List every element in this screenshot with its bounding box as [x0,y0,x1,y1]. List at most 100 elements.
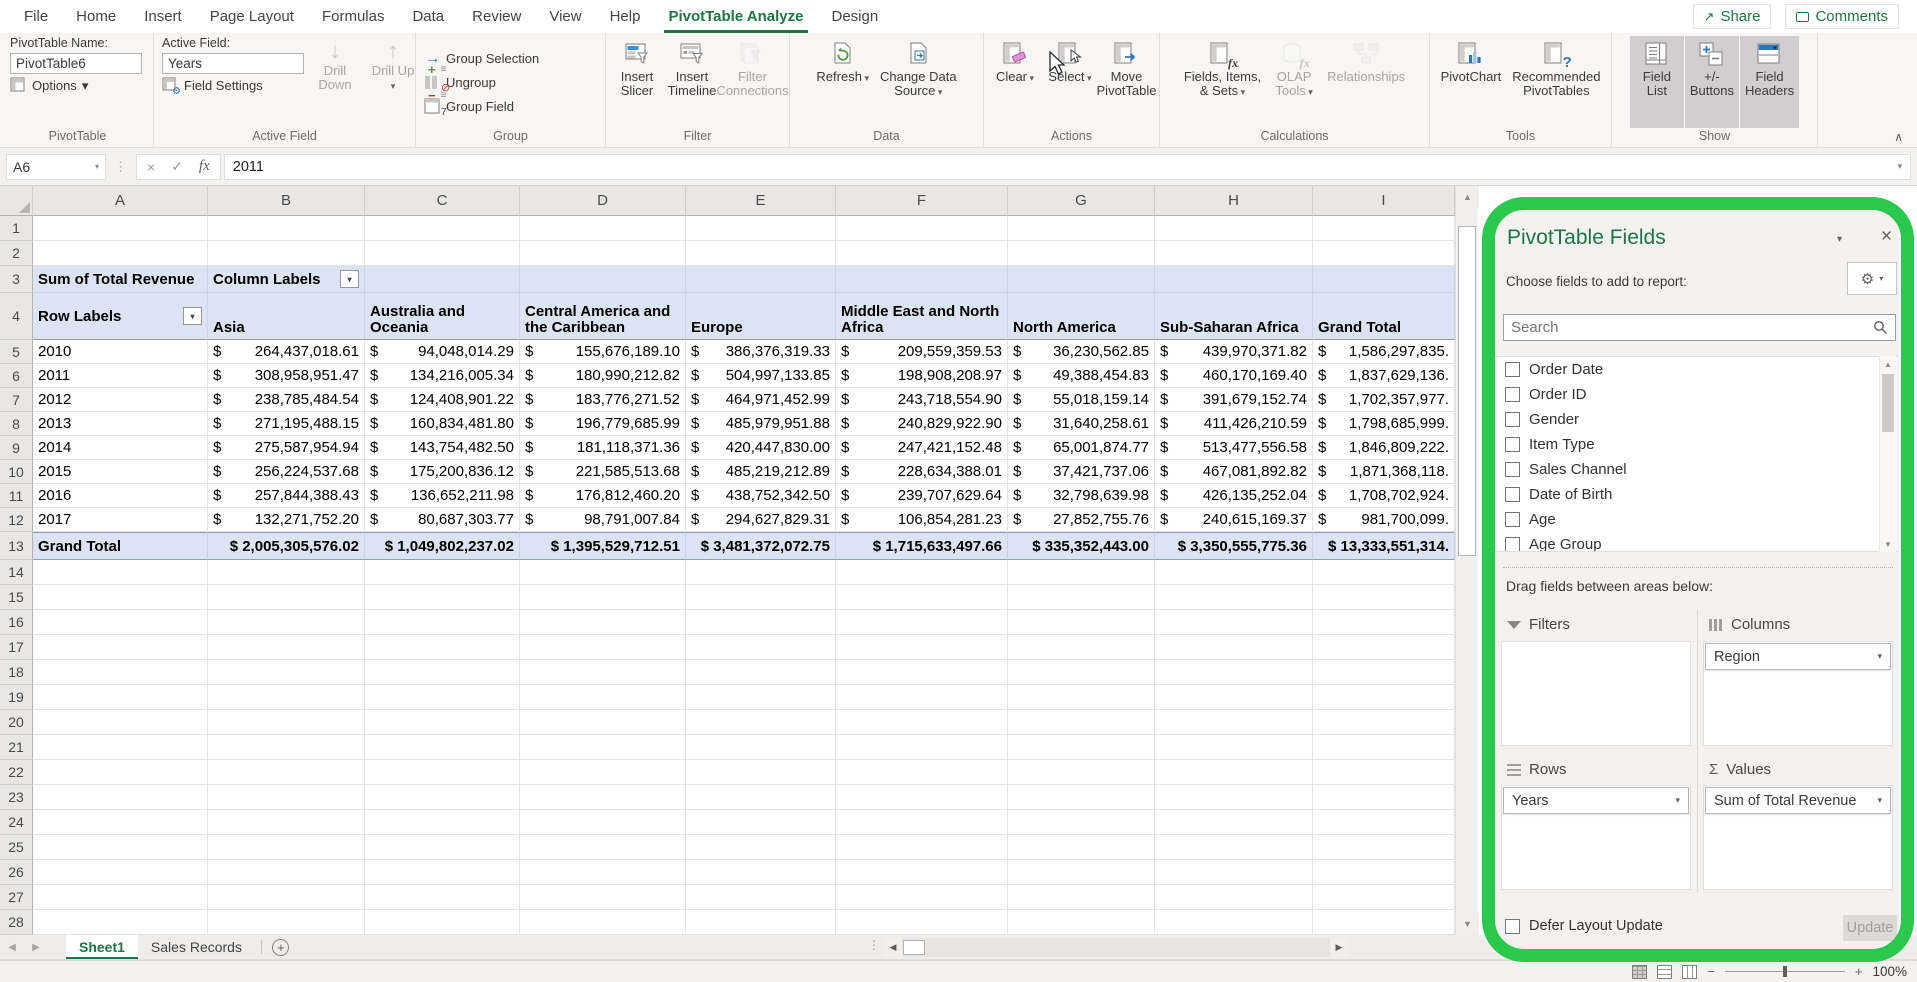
row-header-13[interactable]: 13 [0,532,33,560]
cell[interactable]: 2015 [33,460,208,484]
cell[interactable] [1008,610,1155,635]
field-item-order-date[interactable]: Order Date [1495,357,1899,382]
cell[interactable]: Central America and the Caribbean [520,293,686,340]
cell[interactable] [836,585,1008,610]
cell[interactable]: $80,687,303.77 [365,508,520,532]
defer-layout-update[interactable]: Defer Layout Update [1505,918,1663,934]
cell[interactable] [520,585,686,610]
cell[interactable] [1313,810,1455,835]
cell[interactable]: $196,779,685.99 [520,412,686,436]
cell[interactable] [520,860,686,885]
add-sheet-button[interactable]: + [268,935,294,959]
row-header-1[interactable]: 1 [0,216,33,241]
cell[interactable]: $ 1,395,529,712.51 [520,532,686,560]
select-all-corner[interactable] [0,186,33,216]
tab-home[interactable]: Home [62,0,130,33]
clear-button[interactable]: Clear ▾ [988,36,1042,128]
column-header-C[interactable]: C [365,186,520,216]
field-list[interactable]: Order DateOrder IDGenderItem TypeSales C… [1495,356,1899,552]
field-checkbox-age[interactable] [1505,512,1520,527]
cell[interactable] [208,635,365,660]
cell[interactable] [1313,610,1455,635]
cell[interactable] [208,685,365,710]
cell[interactable] [1008,685,1155,710]
cell[interactable]: $439,970,371.82 [1155,340,1313,364]
cell[interactable] [365,660,520,685]
cell[interactable]: $ 3,350,555,775.36 [1155,532,1313,560]
name-box-dropdown-icon[interactable]: ▾ [95,162,99,171]
cell[interactable] [836,610,1008,635]
cell[interactable] [33,885,208,910]
cell[interactable] [1155,610,1313,635]
refresh-button[interactable]: Refresh ▾ [811,36,874,128]
cell[interactable] [686,735,836,760]
cell[interactable]: 2016 [33,484,208,508]
tab-insert[interactable]: Insert [130,0,196,33]
cell[interactable] [33,635,208,660]
zoom-slider[interactable] [1725,971,1845,972]
row-header-18[interactable]: 18 [0,660,33,685]
row-header-27[interactable]: 27 [0,885,33,910]
cell[interactable] [836,660,1008,685]
row-header-5[interactable]: 5 [0,340,33,364]
cancel-icon[interactable]: × [147,159,155,175]
rows-pill-years[interactable]: Years▾ [1503,787,1689,814]
cell[interactable]: $136,652,211.98 [365,484,520,508]
sheet-nav-right-icon[interactable]: ▶ [24,935,48,959]
cell[interactable] [365,560,520,585]
cell[interactable] [365,241,520,266]
scroll-left-icon[interactable]: ◀ [884,938,902,957]
scroll-right-icon[interactable]: ▶ [1330,938,1348,957]
horizontal-scrollbar[interactable]: ◀ ▶ [884,938,1348,957]
tab-review[interactable]: Review [458,0,535,33]
cell[interactable]: $65,001,874.77 [1008,436,1155,460]
select-button[interactable]: Select ▾ [1043,36,1097,128]
cell[interactable] [1313,785,1455,810]
field-item-sales-channel[interactable]: Sales Channel [1495,457,1899,482]
cell[interactable]: $308,958,951.47 [208,364,365,388]
cell[interactable] [33,860,208,885]
pane-tools-button[interactable]: ⚙▾ [1847,262,1897,295]
field-search[interactable] [1503,314,1896,341]
cell[interactable] [1313,710,1455,735]
row-header-11[interactable]: 11 [0,484,33,508]
cell[interactable]: $180,990,212.82 [520,364,686,388]
cell[interactable] [1008,735,1155,760]
row-header-20[interactable]: 20 [0,710,33,735]
field-item-date-of-birth[interactable]: Date of Birth [1495,482,1899,507]
cell[interactable]: $485,219,212.89 [686,460,836,484]
cell[interactable] [1008,760,1155,785]
row-header-21[interactable]: 21 [0,735,33,760]
row-header-2[interactable]: 2 [0,241,33,266]
field-list-scroll-up-icon[interactable]: ▲ [1880,356,1896,372]
row-header-24[interactable]: 24 [0,810,33,835]
insert-timeline-button[interactable]: Insert Timeline [665,36,719,128]
rows-area[interactable]: Years▾ [1501,785,1691,890]
collapse-ribbon-button[interactable]: ∧ [1894,130,1903,144]
cell[interactable] [836,560,1008,585]
cell[interactable]: $228,634,388.01 [836,460,1008,484]
cell[interactable] [1313,735,1455,760]
cell[interactable]: $467,081,892.82 [1155,460,1313,484]
field-item-gender[interactable]: Gender [1495,407,1899,432]
pivotchart-button[interactable]: PivotChart [1436,36,1507,128]
cell[interactable] [520,885,686,910]
cell[interactable] [836,735,1008,760]
cell[interactable] [365,635,520,660]
cell[interactable] [208,835,365,860]
cell[interactable] [208,760,365,785]
row-header-9[interactable]: 9 [0,436,33,460]
cell[interactable] [1008,216,1155,241]
page-layout-view-icon[interactable] [1657,965,1672,979]
olap-tools-button[interactable]: fxOLAP Tools ▾ [1267,36,1321,128]
cell[interactable]: $391,679,152.74 [1155,388,1313,412]
row-header-25[interactable]: 25 [0,835,33,860]
drill-down-button[interactable]: ↓ Drill Down [308,36,362,128]
cell[interactable] [836,885,1008,910]
cell[interactable] [33,810,208,835]
normal-view-icon[interactable] [1632,965,1647,979]
relationships-button[interactable]: Relationships [1322,36,1410,128]
values-pill-sum-of-total-revenue[interactable]: Sum of Total Revenue▾ [1705,787,1891,814]
cell[interactable] [836,910,1008,935]
cell[interactable]: 2014 [33,436,208,460]
